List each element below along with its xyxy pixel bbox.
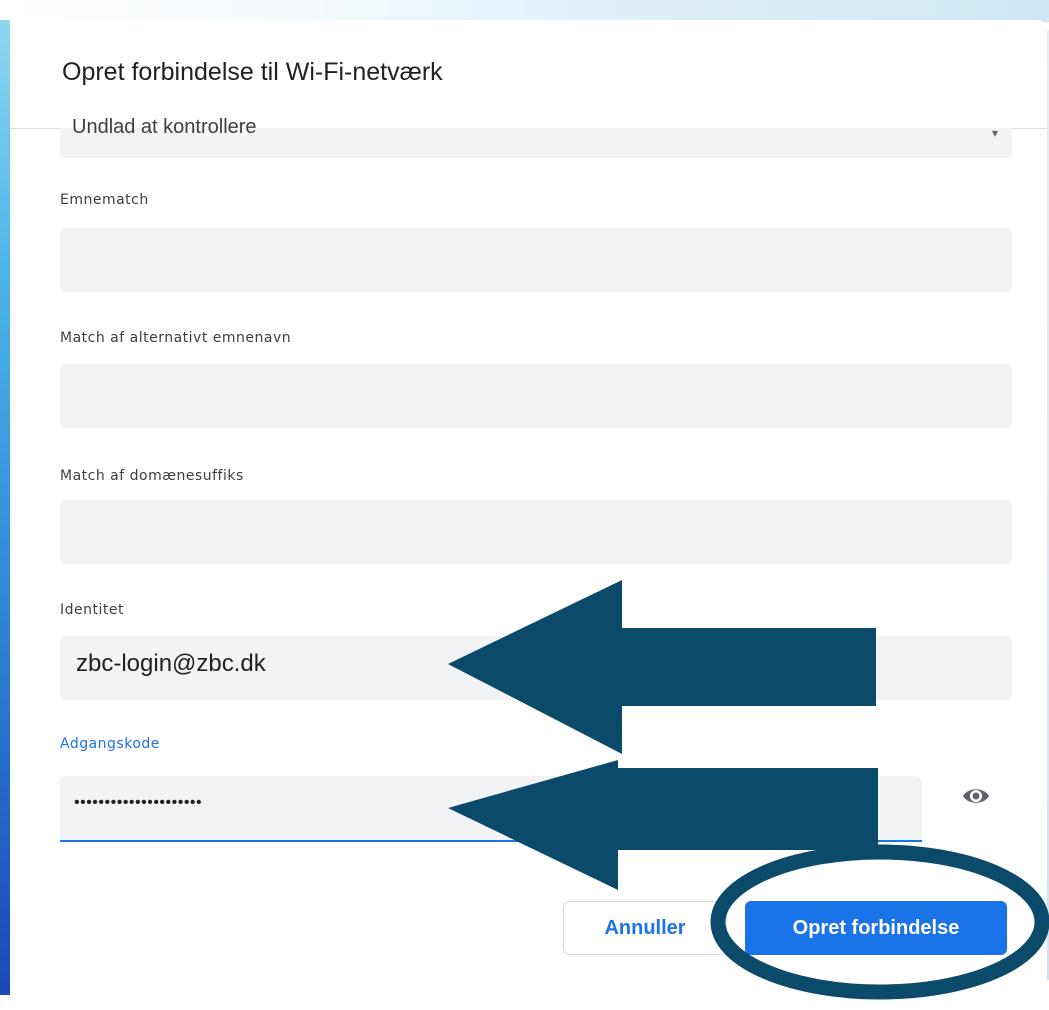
cancel-button[interactable]: Annuller bbox=[563, 901, 727, 955]
desktop-background-left bbox=[0, 20, 10, 995]
connect-button[interactable]: Opret forbindelse bbox=[745, 901, 1007, 955]
alt-subject-match-input[interactable] bbox=[60, 364, 1012, 428]
password-label: Adgangskode bbox=[60, 736, 160, 752]
desktop-background-top bbox=[0, 0, 1049, 22]
alt-subject-match-label: Match af alternativt emnenavn bbox=[60, 330, 292, 346]
domain-suffix-label: Match af domænesuffiks bbox=[60, 468, 244, 484]
dialog-title: Opret forbindelse til Wi-Fi-netværk bbox=[62, 58, 443, 86]
certificate-select-value: Undlad at kontrollere bbox=[72, 116, 257, 138]
chevron-down-icon: ▾ bbox=[991, 126, 998, 140]
password-input[interactable]: ••••••••••••••••••••• bbox=[60, 776, 922, 842]
identity-label: Identitet bbox=[60, 602, 124, 618]
identity-value: zbc-login@zbc.dk bbox=[76, 650, 266, 677]
domain-suffix-input[interactable] bbox=[60, 500, 1012, 564]
certificate-select[interactable]: Undlad at kontrollere ▾ bbox=[60, 116, 1012, 158]
eye-icon[interactable] bbox=[958, 778, 994, 814]
subject-match-input[interactable] bbox=[60, 228, 1012, 292]
identity-input[interactable]: zbc-login@zbc.dk bbox=[60, 636, 1012, 700]
subject-match-label: Emnematch bbox=[60, 192, 149, 208]
password-value: ••••••••••••••••••••• bbox=[74, 794, 203, 811]
dialog-header: Opret forbindelse til Wi-Fi-netværk bbox=[10, 20, 1047, 129]
